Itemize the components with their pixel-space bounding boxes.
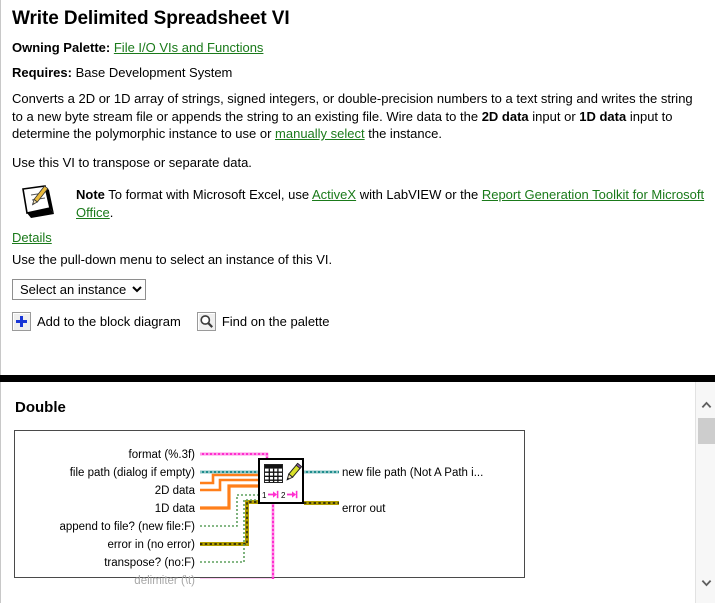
note-block: Note To format with Microsoft Excel, use… <box>12 182 705 224</box>
note-text: Note To format with Microsoft Excel, use… <box>76 182 705 221</box>
svg-text:1: 1 <box>262 491 267 500</box>
vi-help-lower-pane: Double format (%.3f) file path (dialog i… <box>0 382 715 603</box>
activex-link[interactable]: ActiveX <box>312 187 356 202</box>
description-part2: input or <box>528 108 580 124</box>
pane-divider[interactable] <box>0 375 715 382</box>
scrollbar-thumb[interactable] <box>698 418 715 444</box>
description-part4: the instance. <box>364 126 442 141</box>
instance-heading: Double <box>15 399 66 416</box>
description-bold-2d-data: 2D data <box>481 108 529 124</box>
requires-value: Base Development System <box>75 65 233 80</box>
description-paragraph-2: Use this VI to transpose or separate dat… <box>12 154 252 170</box>
notepad-pencil-icon <box>18 184 58 220</box>
vi-help-upper-pane: Write Delimited Spreadsheet VI Owning Pa… <box>0 0 715 375</box>
requires-label: Requires: <box>12 65 72 80</box>
note-part1: To format with Microsoft Excel, use <box>104 187 313 202</box>
manually-select-link[interactable]: manually select <box>275 126 365 141</box>
terminal-pattern-row: 1 2 <box>262 489 302 500</box>
details-link[interactable]: Details <box>12 230 52 245</box>
pencil-icon <box>283 462 303 484</box>
vertical-scrollbar[interactable] <box>695 382 715 603</box>
scroll-down-arrow-icon[interactable] <box>696 571 715 593</box>
note-label: Note <box>76 187 105 202</box>
action-row: Add to the block diagram Find on the pal… <box>12 312 705 331</box>
instance-select[interactable]: Select an instance <box>12 279 146 300</box>
add-to-block-diagram-label: Add to the block diagram <box>37 314 181 329</box>
search-icon <box>196 312 216 331</box>
find-on-palette-button[interactable]: Find on the palette <box>196 312 330 331</box>
requires-row: Requires: Base Development System <box>12 65 705 81</box>
write-spreadsheet-vi-icon[interactable]: 1 2 <box>258 458 304 504</box>
note-part2: with LabVIEW or the <box>356 187 482 202</box>
description-bold-1d-data: 1D data <box>579 108 627 124</box>
connector-pane-diagram: format (%.3f) file path (dialog if empty… <box>14 430 525 587</box>
pulldown-instruction: Use the pull-down menu to select an inst… <box>12 252 333 267</box>
owning-palette-label: Owning Palette: <box>12 40 111 55</box>
page-title: Write Delimited Spreadsheet VI <box>12 8 290 29</box>
owning-palette-link[interactable]: File I/O VIs and Functions <box>114 40 264 55</box>
scroll-up-arrow-icon[interactable] <box>696 394 715 416</box>
connector-wires <box>200 452 339 579</box>
help-window: Write Delimited Spreadsheet VI Owning Pa… <box>0 0 715 603</box>
owning-palette-row: Owning Palette: File I/O VIs and Functio… <box>12 40 705 56</box>
add-to-block-diagram-button[interactable]: Add to the block diagram <box>12 312 181 331</box>
details-row: Details <box>12 230 705 246</box>
note-part3: . <box>109 204 114 220</box>
instance-select-wrapper: Select an instance <box>12 279 705 300</box>
find-on-palette-label: Find on the palette <box>221 314 330 329</box>
spreadsheet-grid-icon <box>264 464 283 483</box>
plus-icon <box>12 312 31 331</box>
description-paragraph: Converts a 2D or 1D array of strings, si… <box>12 90 705 143</box>
svg-text:2: 2 <box>281 491 286 500</box>
